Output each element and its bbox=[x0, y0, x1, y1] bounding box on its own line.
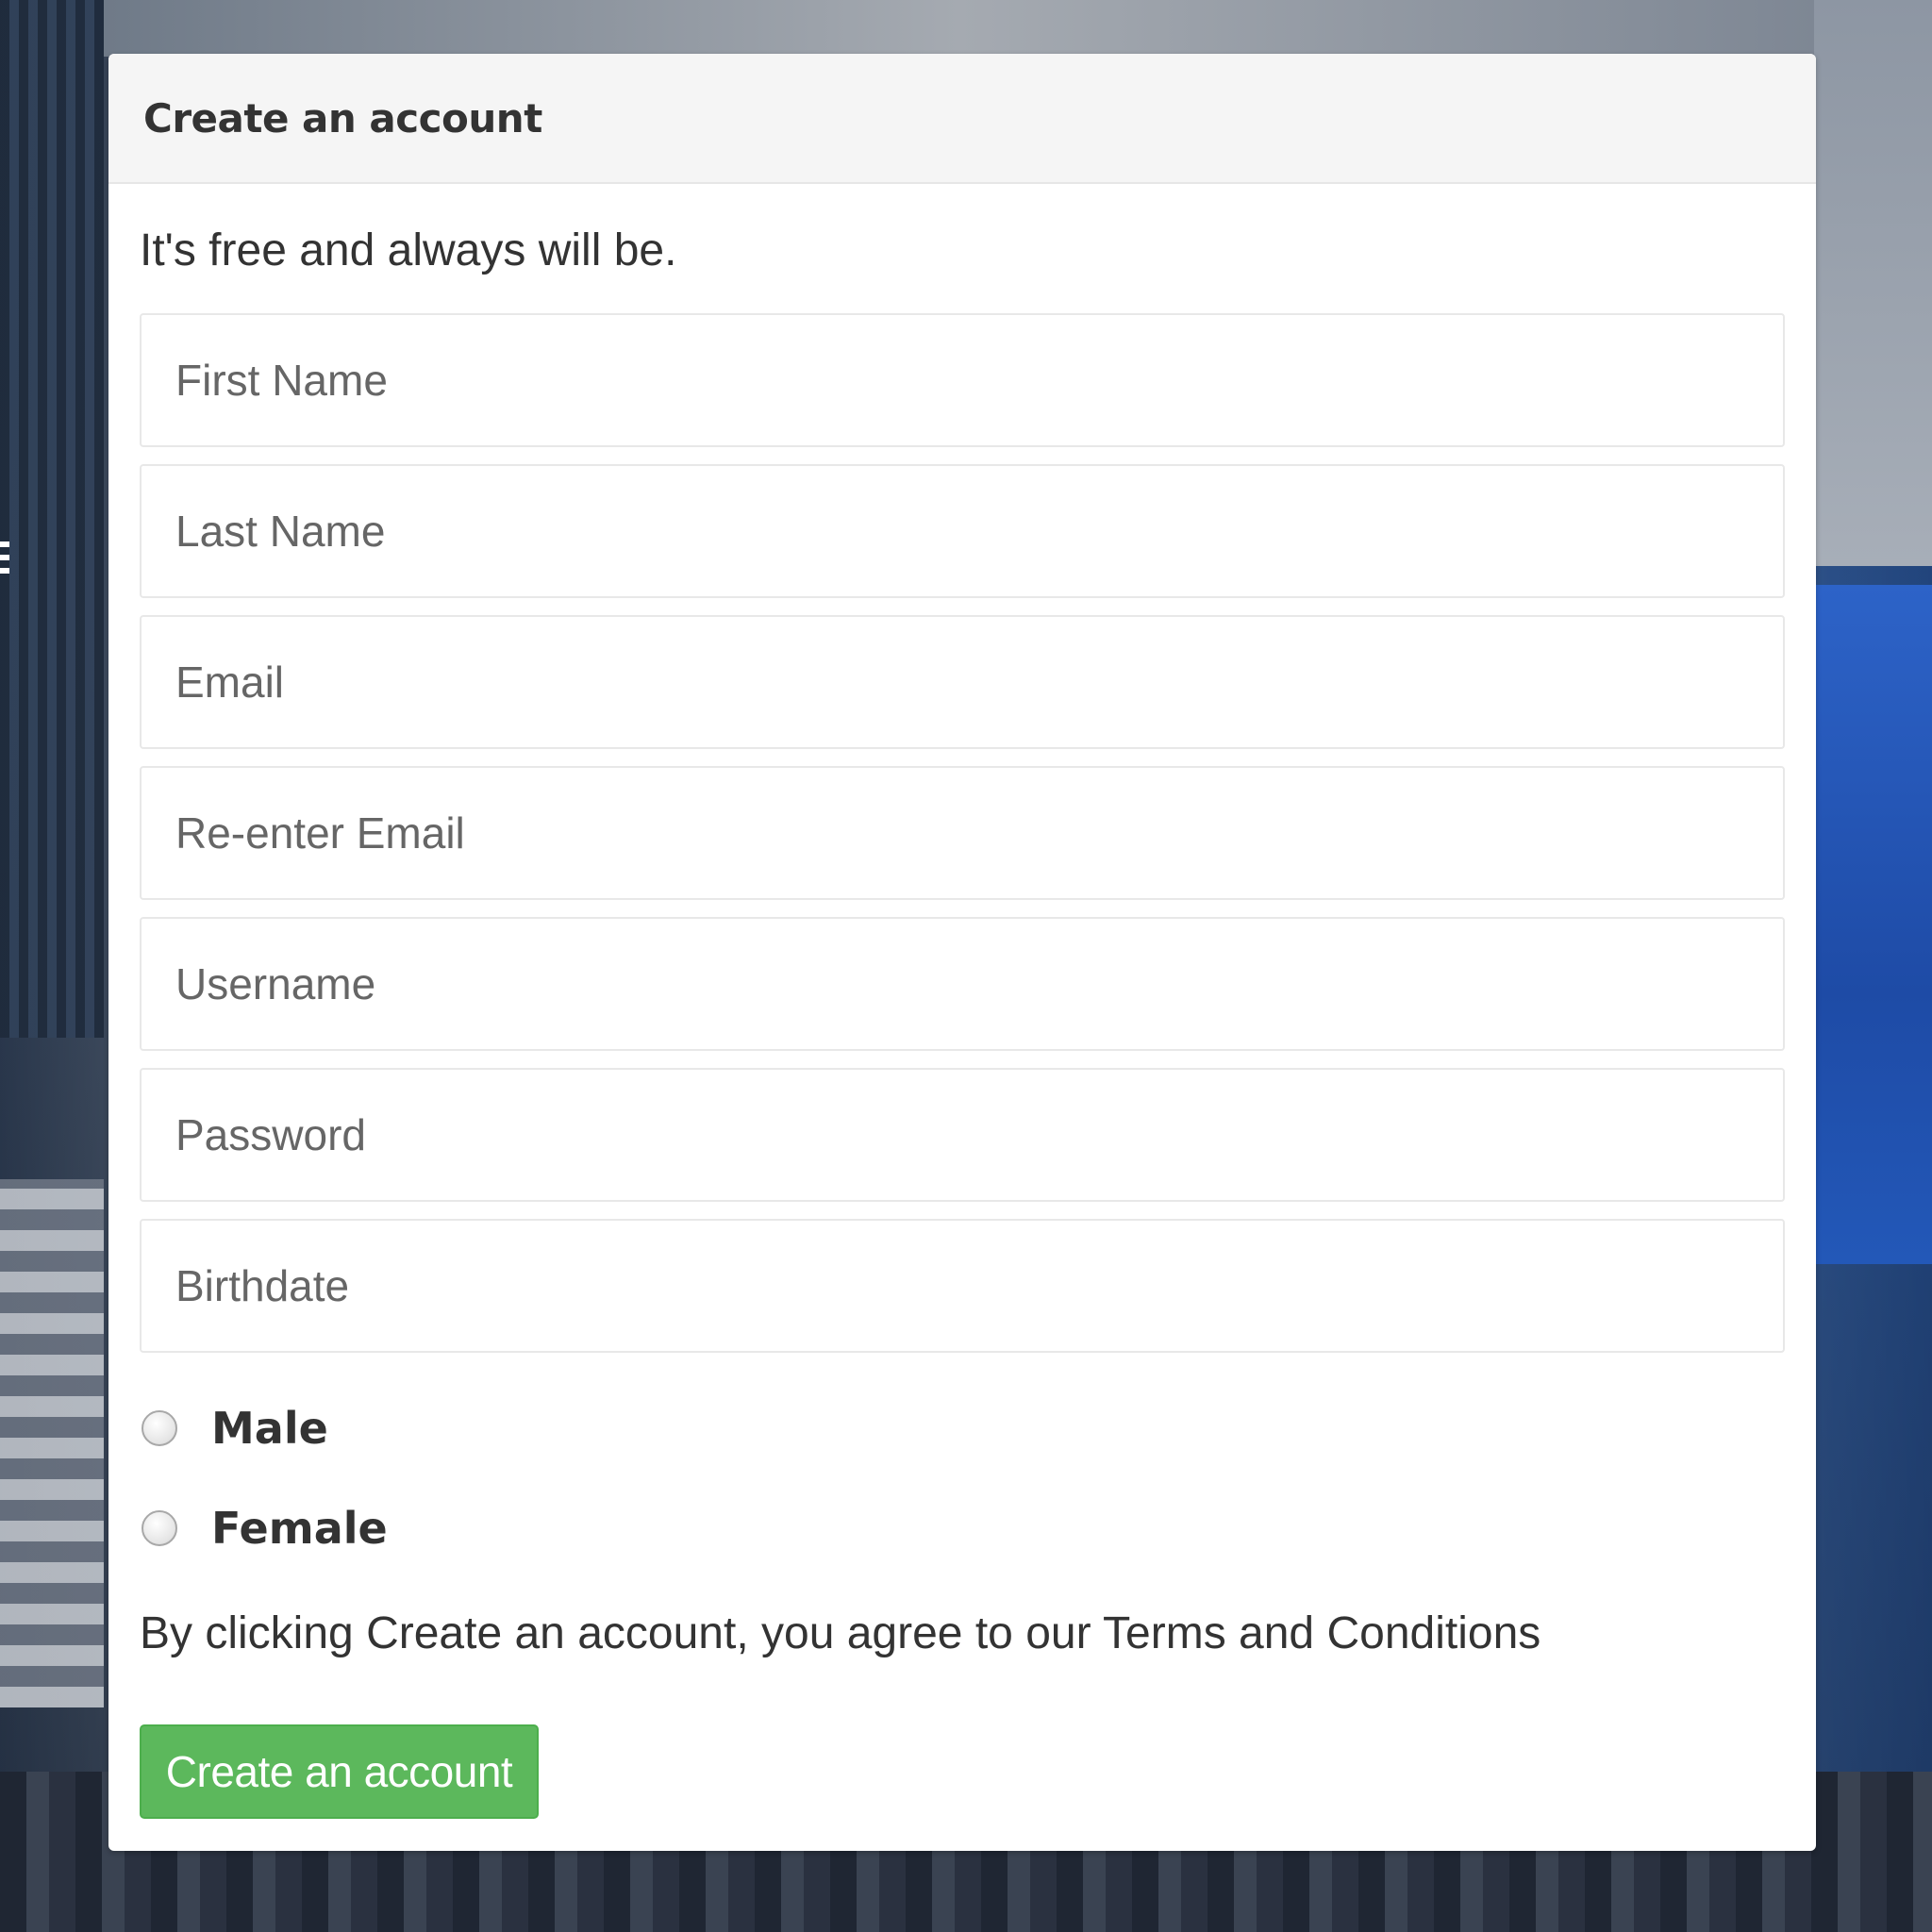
panel-heading: Create an account bbox=[108, 54, 1816, 184]
panel-title: Create an account bbox=[143, 94, 542, 142]
background-building-left bbox=[0, 0, 104, 1038]
male-label: Male bbox=[211, 1403, 328, 1454]
panel-body: It's free and always will be. Male Femal… bbox=[108, 224, 1816, 1819]
subtitle: It's free and always will be. bbox=[140, 225, 677, 275]
female-radio[interactable] bbox=[142, 1510, 177, 1546]
username-input[interactable] bbox=[140, 917, 1785, 1051]
email-input[interactable] bbox=[140, 615, 1785, 749]
create-account-button[interactable]: Create an account bbox=[140, 1724, 539, 1819]
background-edge-mark bbox=[0, 536, 9, 574]
terms-link[interactable]: Terms and Conditions bbox=[1103, 1608, 1541, 1658]
signup-panel: Create an account It's free and always w… bbox=[108, 54, 1816, 1851]
first-name-input[interactable] bbox=[140, 313, 1785, 447]
male-radio[interactable] bbox=[142, 1410, 177, 1446]
terms-text: By clicking Create an account, you agree… bbox=[140, 1608, 1104, 1658]
gender-female-option[interactable]: Female bbox=[140, 1491, 1785, 1566]
female-label: Female bbox=[211, 1503, 388, 1554]
last-name-input[interactable] bbox=[140, 464, 1785, 598]
background-billboard bbox=[1814, 585, 1932, 1264]
background-building-left-lower bbox=[0, 1179, 104, 1707]
form-fields bbox=[140, 313, 1785, 1353]
birthdate-input[interactable] bbox=[140, 1219, 1785, 1353]
reenter-email-input[interactable] bbox=[140, 766, 1785, 900]
terms-notice: By clicking Create an account, you agree… bbox=[140, 1604, 1785, 1664]
background-skyline bbox=[104, 0, 1814, 57]
gender-male-option[interactable]: Male bbox=[140, 1391, 1785, 1466]
password-input[interactable] bbox=[140, 1068, 1785, 1202]
background-building-right bbox=[1814, 0, 1932, 566]
